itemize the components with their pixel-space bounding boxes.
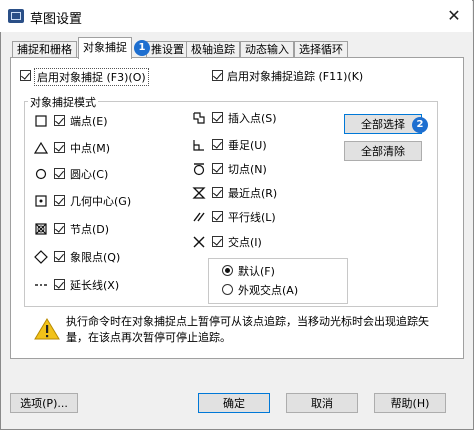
quadrant-checkbox[interactable]: [54, 251, 65, 262]
center-checkbox[interactable]: [54, 168, 65, 179]
midpoint-label[interactable]: 中点(M): [70, 140, 110, 156]
tangent-checkbox[interactable]: [212, 163, 223, 174]
intersection-checkbox[interactable]: [212, 236, 223, 247]
nearest-icon: [192, 187, 206, 199]
extension-icon: [35, 284, 47, 286]
select-all-button[interactable]: 全部选择: [344, 114, 422, 134]
app-icon: [8, 9, 24, 23]
enable-tracking-checkbox[interactable]: [212, 70, 223, 81]
callout-badge-1: 1: [134, 40, 150, 56]
clear-all-button[interactable]: 全部清除: [344, 141, 422, 161]
default-radio-label[interactable]: 默认(F): [238, 263, 275, 279]
midpoint-checkbox[interactable]: [54, 142, 65, 153]
triangle-icon: [34, 141, 48, 154]
insert-icon: [193, 112, 205, 124]
options-button[interactable]: 选项(P)...: [10, 393, 78, 413]
snap-modes-title: 对象捕捉模式: [28, 94, 98, 110]
geometric-center-checkbox[interactable]: [54, 195, 65, 206]
tab-dynamic-input[interactable]: 动态输入: [240, 41, 294, 58]
tracking-note: 执行命令时在对象捕捉点上暂停可从该点追踪，当移动光标时会出现追踪矢量，在该点再次…: [66, 315, 429, 344]
geometric-center-label[interactable]: 几何中心(G): [70, 193, 131, 209]
dot-square-icon: [35, 195, 47, 207]
insertion-checkbox[interactable]: [212, 112, 223, 123]
tab-selection-cycling[interactable]: 选择循环: [294, 41, 348, 58]
warning-icon: [34, 318, 60, 340]
parallel-checkbox[interactable]: [212, 211, 223, 222]
circle-icon: [35, 168, 47, 180]
default-radio[interactable]: [222, 265, 233, 276]
tangent-label[interactable]: 切点(N): [228, 161, 267, 177]
diamond-icon: [34, 250, 48, 264]
extension-label[interactable]: 延长线(X): [70, 277, 119, 293]
center-label[interactable]: 圆心(C): [70, 166, 108, 182]
node-label[interactable]: 节点(D): [70, 221, 109, 237]
help-button[interactable]: 帮助(H): [374, 393, 446, 413]
enable-tracking-label[interactable]: 启用对象捕捉追踪 (F11)(K): [227, 68, 363, 84]
tab-object-snap[interactable]: 对象捕捉: [78, 37, 132, 59]
insertion-label[interactable]: 插入点(S): [228, 110, 277, 126]
tab-snap-grid[interactable]: 捕捉和栅格: [12, 41, 77, 58]
perpendicular-checkbox[interactable]: [212, 139, 223, 150]
node-icon: [35, 223, 47, 235]
close-button[interactable]: ✕: [440, 4, 468, 28]
tab-3d-settings[interactable]: 推设置: [146, 41, 189, 58]
parallel-label[interactable]: 平行线(L): [228, 209, 276, 225]
endpoint-label[interactable]: 端点(E): [70, 113, 108, 129]
nearest-checkbox[interactable]: [212, 187, 223, 198]
apparent-intersection-label[interactable]: 外观交点(A): [238, 282, 298, 298]
cancel-button[interactable]: 取消: [286, 393, 358, 413]
perpendicular-icon: [193, 140, 204, 151]
parallel-icon: [193, 212, 205, 222]
nearest-label[interactable]: 最近点(R): [228, 185, 277, 201]
intersection-icon: [193, 236, 205, 248]
enable-snap-label[interactable]: 启用对象捕捉 (F3)(O): [34, 68, 149, 86]
endpoint-checkbox[interactable]: [54, 115, 65, 126]
apparent-intersection-radio[interactable]: [222, 284, 233, 295]
ok-button[interactable]: 确定: [198, 393, 270, 413]
quadrant-label[interactable]: 象限点(Q): [70, 249, 120, 265]
perpendicular-label[interactable]: 垂足(U): [228, 137, 267, 153]
intersection-label[interactable]: 交点(I): [228, 234, 262, 250]
tab-polar-tracking[interactable]: 极轴追踪: [186, 41, 240, 58]
title-bar: 草图设置 ✕: [0, 0, 472, 32]
extension-checkbox[interactable]: [54, 279, 65, 290]
window-title: 草图设置: [30, 12, 83, 27]
tangent-icon: [193, 163, 205, 176]
square-icon: [35, 115, 47, 127]
node-checkbox[interactable]: [54, 223, 65, 234]
enable-snap-checkbox[interactable]: [20, 70, 31, 81]
callout-badge-2: 2: [412, 117, 428, 133]
